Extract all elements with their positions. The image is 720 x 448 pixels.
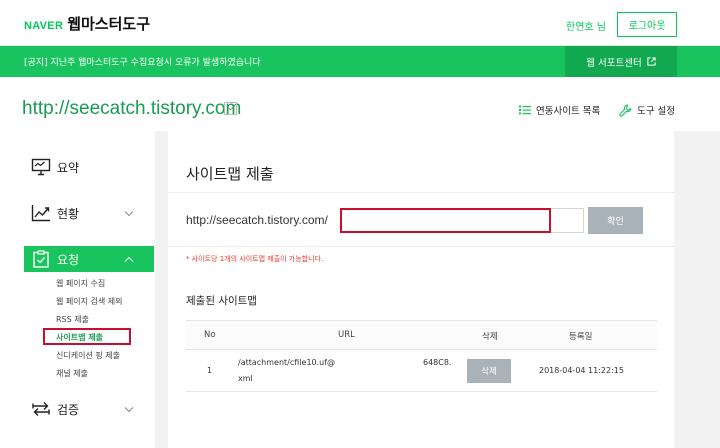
page-title: 사이트맵 제출	[186, 165, 274, 183]
chevron-down-icon	[227, 106, 234, 111]
notice-bar: [공지] 지난주 웹마스터도구 수집요청시 오류가 발생하였습니다 웹 서포트센…	[0, 46, 720, 77]
column-header-no: No	[204, 330, 216, 340]
site-url: http://seecatch.tistory.com	[22, 98, 242, 119]
sitemap-url-line1: /attachment/cfile10.uf@	[238, 358, 336, 367]
chevron-down-icon	[124, 210, 134, 216]
table-row: 1 /attachment/cfile10.uf@ 648C8. xml 삭제 …	[186, 350, 657, 392]
external-link-icon	[647, 57, 656, 66]
submitted-sitemaps-title: 제출된 사이트맵	[186, 295, 257, 307]
sidebar-item-request[interactable]: 요청	[24, 246, 154, 272]
list-icon	[519, 105, 531, 115]
sidebar-item-verify[interactable]: 검증	[0, 396, 155, 422]
table-header: No URL 삭제 등록일	[186, 320, 657, 350]
sidebar-item-label: 현황	[57, 206, 80, 221]
column-header-date: 등록일	[569, 332, 593, 342]
naver-logo-text: NAVER	[24, 20, 64, 32]
notice-text[interactable]: [공지] 지난주 웹마스터도구 수집요청시 오류가 발생하였습니다	[24, 55, 261, 68]
sub-item-rss-submit[interactable]: RSS 제출	[56, 314, 89, 325]
top-header: NAVER 웹마스터도구 한연호 님 로그아웃	[0, 0, 720, 46]
sidebar-item-status[interactable]: 현황	[0, 200, 155, 226]
sidebar-item-label: 요약	[57, 160, 80, 175]
app-title: 웹마스터도구	[67, 15, 151, 33]
right-margin	[674, 131, 720, 448]
chevron-down-icon	[124, 406, 134, 412]
sub-item-web-page-exclude[interactable]: 웹 페이지 검색 제외	[56, 296, 123, 307]
confirm-button[interactable]: 확인	[588, 207, 643, 234]
column-header-delete: 삭제	[482, 332, 498, 342]
site-dropdown-button[interactable]	[224, 102, 237, 115]
support-center-button[interactable]: 웹 서포트센터	[565, 46, 677, 77]
sitemap-prefix-url: http://seecatch.tistory.com/	[186, 213, 328, 227]
sitemap-url-input[interactable]	[340, 208, 584, 233]
divider	[168, 246, 674, 247]
support-center-label: 웹 서포트센터	[586, 57, 642, 69]
sidebar-item-label: 검증	[57, 402, 80, 417]
user-name[interactable]: 한연호 님	[566, 18, 606, 33]
sitemap-url-tail: 648C8.	[423, 358, 452, 367]
wrench-icon	[619, 104, 632, 117]
linked-sites-link[interactable]: 연동사이트 목록	[519, 103, 600, 117]
sitemap-limit-notice: * 사이트당 1개의 사이트맵 제출이 가능합니다.	[186, 255, 324, 263]
line-chart-icon	[31, 204, 51, 222]
sitemap-url-line2: xml	[238, 374, 253, 383]
swap-arrows-icon	[31, 400, 51, 418]
delete-button[interactable]: 삭제	[467, 359, 511, 383]
chevron-up-icon	[124, 256, 134, 262]
sub-item-web-page-collect[interactable]: 웹 페이지 수집	[56, 278, 105, 289]
column-header-url: URL	[338, 330, 355, 340]
linked-sites-label: 연동사이트 목록	[536, 106, 601, 117]
logout-button[interactable]: 로그아웃	[617, 12, 677, 37]
sub-item-channel-submit[interactable]: 채널 제출	[56, 368, 88, 379]
sidebar-item-summary[interactable]: 요약	[0, 154, 155, 180]
tool-settings-label: 도구 설정	[637, 106, 675, 117]
presentation-board-icon	[31, 158, 51, 176]
divider	[168, 192, 674, 193]
logo[interactable]: NAVER 웹마스터도구	[24, 13, 150, 34]
row-number: 1	[207, 366, 213, 375]
registered-date: 2018-04-04 11:22:15	[539, 366, 624, 375]
sub-item-syndication-ping[interactable]: 신디케이션 핑 제출	[56, 350, 120, 361]
sub-item-sitemap-submit[interactable]: 사이트맵 제출	[56, 332, 103, 343]
clipboard-check-icon	[31, 250, 51, 268]
sidebar-item-label: 요청	[57, 252, 80, 267]
tool-settings-link[interactable]: 도구 설정	[619, 103, 675, 117]
